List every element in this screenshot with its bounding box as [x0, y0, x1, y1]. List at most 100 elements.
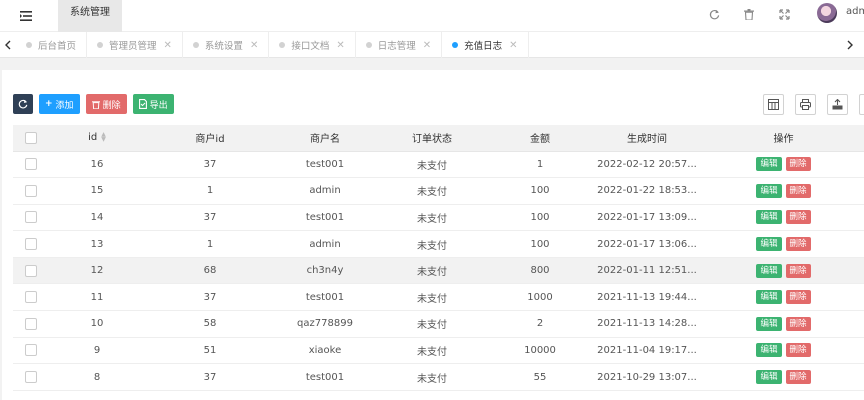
tab-home[interactable]: 后台首页 [16, 32, 88, 58]
cell-merchant-name: test001 [305, 371, 345, 383]
header-id[interactable]: id ▲ ▼ [49, 125, 145, 152]
add-button-label: 添加 [55, 100, 74, 111]
row-checkbox[interactable] [13, 151, 49, 178]
columns-icon[interactable] [763, 94, 784, 115]
cell-created-time: 2021-11-04 19:17... [597, 344, 697, 356]
edit-button[interactable]: 编辑 [756, 343, 782, 358]
header-actions: 操作 [703, 125, 864, 152]
delete-row-button[interactable]: 删除 [785, 370, 811, 385]
delete-row-button[interactable]: 删除 [785, 237, 811, 252]
close-icon[interactable]: ✕ [250, 40, 258, 51]
cell-merchant-name: test001 [305, 158, 345, 170]
add-button[interactable]: + 添加 [39, 94, 80, 114]
print-icon[interactable] [795, 94, 816, 115]
close-icon[interactable]: ✕ [336, 40, 344, 51]
delete-button[interactable]: 删除 [85, 94, 127, 114]
delete-row-button[interactable]: 删除 [785, 263, 811, 278]
cell-amount: 2 [536, 318, 544, 330]
cell-merchant-name: ch3n4y [306, 265, 344, 277]
cell-order-status: 未支付 [417, 187, 447, 199]
edit-button[interactable]: 编辑 [756, 237, 782, 252]
tab-api-docs[interactable]: 接口文档 ✕ [269, 32, 356, 58]
cell-merchant-id: 1 [206, 238, 214, 250]
cell-actions: 编辑 删除 [703, 231, 864, 258]
close-icon[interactable]: ✕ [423, 40, 431, 51]
tab-system-settings[interactable]: 系统设置 ✕ [183, 32, 270, 58]
edit-button[interactable]: 编辑 [756, 263, 782, 278]
edit-button[interactable]: 编辑 [756, 316, 782, 331]
header-merchant-name: 商户名 [275, 125, 375, 152]
delete-row-button[interactable]: 删除 [785, 157, 811, 172]
row-checkbox[interactable] [13, 257, 49, 284]
header-merchant-id: 商户id [145, 125, 275, 152]
row-checkbox[interactable] [13, 284, 49, 311]
table-header-row: id ▲ ▼ 商户id 商户名 订单状态 金额 生成时间 操作 [13, 125, 864, 152]
table-row[interactable]: 11 37 test001 未支付 1000 2021-11-13 19:44... 编辑删… [13, 284, 864, 311]
tab-label: 系统设置 [204, 41, 243, 52]
top-nav-system-management[interactable]: 系统管理 [58, 0, 122, 32]
sort-icon[interactable]: ▲ ▼ [101, 132, 106, 143]
row-checkbox[interactable] [13, 337, 49, 364]
delete-row-button[interactable]: 删除 [785, 210, 811, 225]
export-icon[interactable] [827, 94, 848, 115]
table-row[interactable]: 9 51 xiaoke 未支付 10000 2021-11-04 19:17... 编辑 删除 [13, 337, 864, 364]
cell-order-status: 未支付 [417, 373, 447, 385]
cell-id: 14 [90, 211, 104, 223]
table-row[interactable]: 13 1 admin 未支付 100 2022-01-17 13:06... 编辑 删除 [13, 231, 864, 258]
top-header: 系统管理 adm [0, 0, 864, 32]
edit-button[interactable]: 编辑 [756, 157, 782, 172]
tab-scroll-left-icon[interactable] [0, 32, 16, 58]
table-row[interactable]: 16 37 test001 未支付 1 2022-02-12 20:57... 编辑 删除 [13, 151, 864, 178]
row-checkbox[interactable] [13, 204, 49, 231]
cell-actions: 编辑 删除 [703, 257, 864, 284]
cell-actions: 编辑 删除 [703, 178, 864, 205]
table-row[interactable]: 12 68 ch3n4y 未支付 800 2022-01-11 12:51... 编辑 删除 [13, 257, 864, 284]
delete-row-button[interactable]: 删除 [785, 183, 811, 198]
cell-order-status: 未支付 [417, 240, 447, 252]
table-row[interactable]: 10 58 qaz778899 未支付 2 2021-11-13 14:28... 编辑 删除 [13, 311, 864, 338]
menu-toggle-icon[interactable] [18, 8, 34, 24]
edit-button[interactable]: 编辑 [756, 290, 782, 305]
cell-merchant-id: 58 [203, 318, 217, 330]
tab-recharge-log[interactable]: 充值日志 ✕ [442, 32, 529, 58]
document-icon [138, 99, 147, 109]
delete-row-button[interactable]: 删除 [785, 343, 811, 358]
cell-actions: 编辑 删除 [703, 204, 864, 231]
select-all-checkbox[interactable] [13, 125, 49, 152]
tab-scroll-right-icon[interactable] [842, 32, 858, 58]
tab-admin-management[interactable]: 管理员管理 ✕ [87, 32, 183, 58]
table-row[interactable]: 14 37 test001 未支付 100 2022-01-17 13:09... 编辑 删除 [13, 204, 864, 231]
edit-button[interactable]: 编辑 [756, 183, 782, 198]
delete-row-button[interactable]: 删除 [785, 316, 811, 331]
refresh-button[interactable] [13, 94, 33, 114]
refresh-icon[interactable] [707, 7, 721, 21]
close-icon[interactable]: ✕ [164, 40, 172, 51]
edit-button[interactable]: 编辑 [756, 370, 782, 385]
close-icon[interactable]: ✕ [509, 40, 517, 51]
tab-label: 后台首页 [38, 41, 77, 52]
cell-amount: 10000 [524, 344, 556, 356]
edit-button[interactable]: 编辑 [756, 210, 782, 225]
delete-row-button[interactable]: 删除 [785, 290, 811, 305]
export-button[interactable]: 导出 [132, 94, 174, 114]
row-checkbox[interactable] [13, 231, 49, 258]
cell-merchant-id: 37 [203, 371, 217, 383]
cell-merchant-name: test001 [305, 211, 345, 223]
username[interactable]: adm [846, 6, 864, 17]
search-icon[interactable] [859, 94, 864, 115]
row-checkbox[interactable] [13, 311, 49, 338]
cell-id: 8 [93, 371, 101, 383]
row-checkbox[interactable] [13, 364, 49, 391]
header-amount: 金额 [489, 125, 591, 152]
tab-log-management[interactable]: 日志管理 ✕ [356, 32, 443, 58]
cell-actions: 编辑 删除 [703, 364, 864, 391]
cell-id: 12 [90, 265, 104, 277]
fullscreen-icon[interactable] [777, 7, 791, 21]
cell-id: 11 [90, 291, 104, 303]
table-row[interactable]: 8 37 test001 未支付 55 2021-10-29 13:07... 编辑 删除 [13, 364, 864, 391]
row-checkbox[interactable] [13, 178, 49, 205]
cell-created-time: 2022-01-22 18:53... [597, 185, 697, 197]
table-row[interactable]: 15 1 admin 未支付 100 2022-01-22 18:53... 编辑 删除 [13, 178, 864, 205]
avatar[interactable] [817, 3, 837, 23]
trash-icon[interactable] [742, 7, 756, 21]
